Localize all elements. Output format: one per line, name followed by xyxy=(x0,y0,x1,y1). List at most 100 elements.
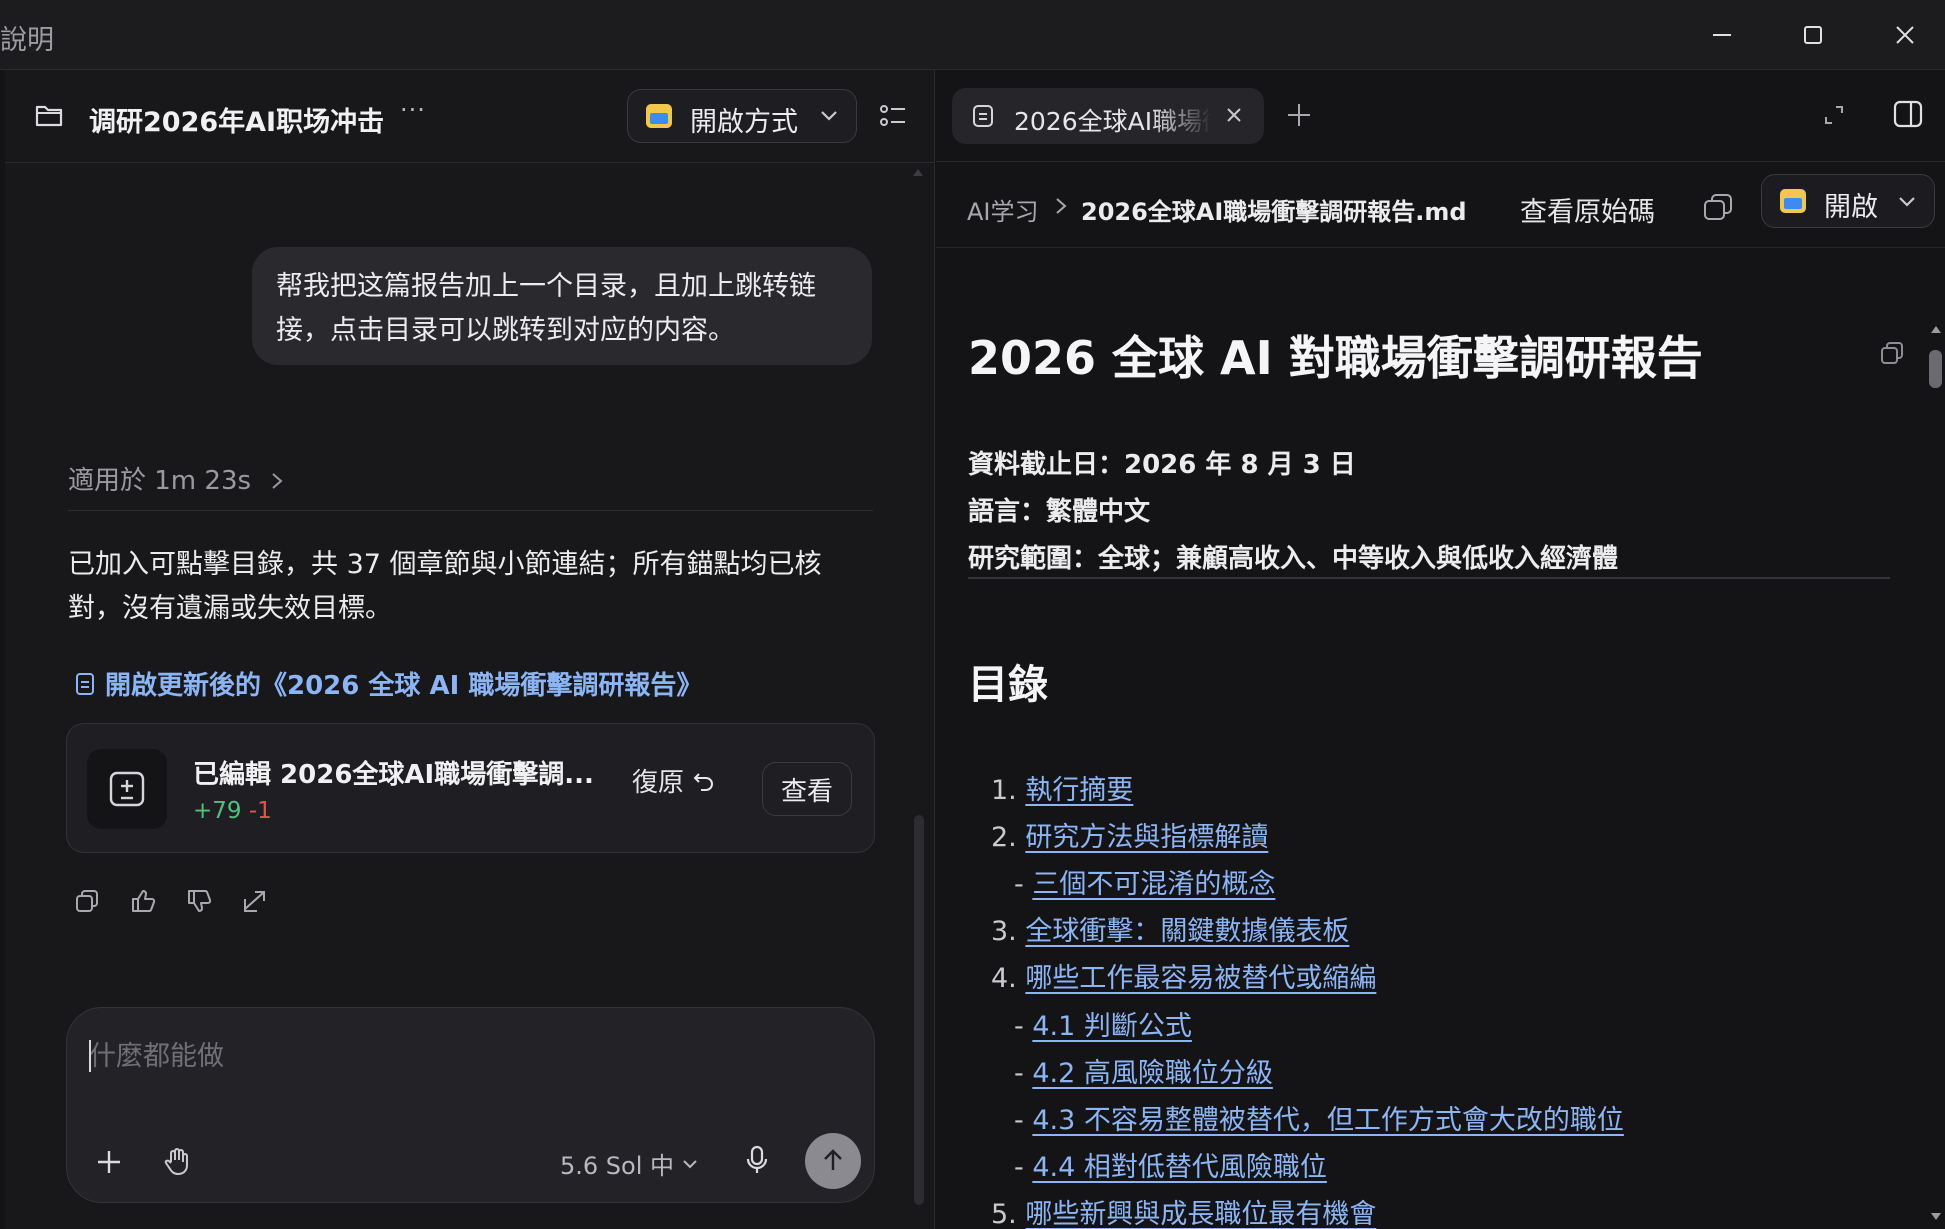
model-label: 5.6 Sol 中 xyxy=(560,1152,675,1180)
file-explorer-icon xyxy=(1780,189,1806,213)
toc-link[interactable]: 三個不可混淆的概念 xyxy=(1032,869,1275,900)
toc-link[interactable]: 執行摘要 xyxy=(1025,775,1133,806)
lines-removed: -1 xyxy=(248,798,272,824)
chat-panel: 调研2026年AI职场冲击 ··· 開啟方式 帮我把这篇报告加上一个目录，且加上… xyxy=(5,70,935,1229)
diff-stats: +79 -1 xyxy=(193,798,272,824)
toc-link[interactable]: 4.3 不容易整體被替代，但工作方式會大改的職位 xyxy=(1032,1105,1624,1136)
toc-bullet: - xyxy=(1014,1011,1024,1042)
chevron-down-icon xyxy=(1896,190,1918,216)
document-scrollbar[interactable] xyxy=(1926,248,1945,1229)
toc-link[interactable]: 哪些工作最容易被替代或縮編 xyxy=(1025,963,1376,994)
toc-number: 3. xyxy=(991,916,1017,947)
toc-item: 4. 哪些工作最容易被替代或縮編 xyxy=(991,956,1376,995)
toc-heading: 目錄 xyxy=(968,662,1048,708)
file-diff-icon xyxy=(87,749,167,829)
plus-icon xyxy=(98,1151,120,1173)
breadcrumb-root[interactable]: AI学习 xyxy=(967,192,1039,227)
thumbs-up-icon[interactable] xyxy=(127,885,159,917)
message-composer: 5.6 Sol 中 xyxy=(66,1007,875,1203)
close-icon xyxy=(1227,108,1241,122)
microphone-button[interactable] xyxy=(745,1144,769,1180)
share-icon[interactable] xyxy=(239,885,271,917)
toc-bullet: - xyxy=(1014,1058,1024,1089)
file-explorer-icon xyxy=(646,104,672,128)
toc-link[interactable]: 哪些新興與成長職位最有機會 xyxy=(1025,1199,1376,1229)
view-source-button[interactable]: 查看原始碼 xyxy=(1520,190,1655,229)
close-window-button[interactable] xyxy=(1877,14,1933,56)
add-attachment-button[interactable] xyxy=(95,1148,123,1180)
open-dropdown[interactable]: 開啟 xyxy=(1761,174,1935,228)
toc-bullet: - xyxy=(1014,869,1024,900)
chat-title[interactable]: 调研2026年AI职场冲击 xyxy=(89,100,384,139)
edited-file-title[interactable]: 已編輯 2026全球AI職場衝擊調... xyxy=(193,754,594,791)
hand-icon[interactable] xyxy=(163,1146,191,1180)
scroll-down-arrow-icon[interactable] xyxy=(1929,1210,1943,1224)
toc-subitem: - 4.1 判斷公式 xyxy=(1014,1004,1192,1043)
toc-subitem: - 4.3 不容易整體被替代，但工作方式會大改的職位 xyxy=(1014,1098,1624,1137)
document-title: 2026 全球 AI 對職場衝擊調研報告 xyxy=(968,331,1703,385)
copy-icon[interactable] xyxy=(1879,340,1905,370)
maximize-button[interactable] xyxy=(1785,14,1841,56)
lines-added: +79 xyxy=(193,798,242,824)
edit-summary-card: 已編輯 2026全球AI職場衝擊調... +79 -1 復原 查看 xyxy=(66,723,875,853)
toc-link[interactable]: 4.2 高風險職位分級 xyxy=(1032,1058,1273,1089)
meta-date: 資料截止日：2026 年 8 月 3 日 xyxy=(968,450,1356,480)
scroll-up-arrow-icon[interactable] xyxy=(1929,322,1943,336)
chat-scrollbar-thumb[interactable] xyxy=(914,815,924,1205)
document-icon xyxy=(76,672,94,695)
scroll-up-arrow-icon[interactable] xyxy=(911,165,925,179)
document-scrollbar-thumb[interactable] xyxy=(1929,350,1942,388)
undo-icon xyxy=(693,772,714,791)
tab-bar: 2026全球AI職場衝擊調研報告.md xyxy=(936,70,1945,162)
expand-icon[interactable] xyxy=(1823,104,1845,130)
minimize-icon xyxy=(1713,34,1731,36)
restore-label: 復原 xyxy=(632,768,685,798)
folder-icon[interactable] xyxy=(35,102,63,132)
toc-number: 2. xyxy=(991,822,1017,853)
chevron-down-icon xyxy=(818,104,840,130)
tab-document[interactable]: 2026全球AI職場衝擊調研報告.md xyxy=(952,88,1264,144)
task-list-icon[interactable] xyxy=(879,102,907,134)
applied-duration-toggle[interactable]: 適用於 1m 23s xyxy=(68,460,285,497)
toc-link[interactable]: 全球衝擊：關鍵數據儀表板 xyxy=(1025,916,1349,947)
toc-number: 5. xyxy=(991,1199,1017,1229)
close-tab-button[interactable] xyxy=(1224,105,1244,129)
title-bar: 說明 xyxy=(0,0,1945,70)
view-edit-button[interactable]: 查看 xyxy=(762,762,852,816)
toc-subitem: - 4.2 高風險職位分級 xyxy=(1014,1051,1273,1090)
model-selector[interactable]: 5.6 Sol 中 xyxy=(560,1146,700,1181)
toc-link[interactable]: 4.4 相對低替代風險職位 xyxy=(1032,1152,1327,1183)
document-icon xyxy=(973,105,993,127)
plus-icon xyxy=(1288,104,1310,126)
open-report-link[interactable]: 開啟更新後的《2026 全球 AI 職場衝擊調研報告》 xyxy=(75,665,702,702)
horizontal-rule xyxy=(968,577,1890,579)
toc-link[interactable]: 研究方法與指標解讀 xyxy=(1025,822,1268,853)
open-with-label: 開啟方式 xyxy=(690,107,798,138)
message-input[interactable] xyxy=(89,1036,829,1076)
window-title: 說明 xyxy=(0,25,54,56)
open-with-dropdown[interactable]: 開啟方式 xyxy=(627,89,857,143)
send-button[interactable] xyxy=(805,1133,861,1189)
toc-item: 1. 執行摘要 xyxy=(991,768,1133,807)
open-report-link-label: 開啟更新後的《2026 全球 AI 職場衝擊調研報告》 xyxy=(105,671,703,701)
toc-bullet: - xyxy=(1014,1105,1024,1136)
more-options-button[interactable]: ··· xyxy=(400,96,426,124)
chat-header: 调研2026年AI职场冲击 ··· 開啟方式 xyxy=(5,70,935,163)
applied-duration-label: 適用於 1m 23s xyxy=(68,466,252,496)
thumbs-down-icon[interactable] xyxy=(183,885,215,917)
breadcrumb-file[interactable]: 2026全球AI職場衝擊調研報告.md xyxy=(1081,192,1467,227)
copy-icon[interactable] xyxy=(71,885,103,917)
new-tab-button[interactable] xyxy=(1286,102,1312,132)
copy-icon[interactable] xyxy=(1702,192,1734,226)
toggle-sidebar-icon[interactable] xyxy=(1893,100,1923,132)
minimize-button[interactable] xyxy=(1694,14,1750,56)
restore-button[interactable]: 復原 xyxy=(632,762,716,799)
divider xyxy=(68,510,873,511)
toc-item: 2. 研究方法與指標解讀 xyxy=(991,815,1268,854)
arrow-up-icon xyxy=(824,1149,842,1170)
toc-item: 5. 哪些新興與成長職位最有機會 xyxy=(991,1192,1376,1229)
close-icon xyxy=(1896,26,1914,44)
open-label: 開啟 xyxy=(1824,192,1878,223)
toc-item: 3. 全球衝擊：關鍵數據儀表板 xyxy=(991,909,1349,948)
toc-link[interactable]: 4.1 判斷公式 xyxy=(1032,1011,1192,1042)
